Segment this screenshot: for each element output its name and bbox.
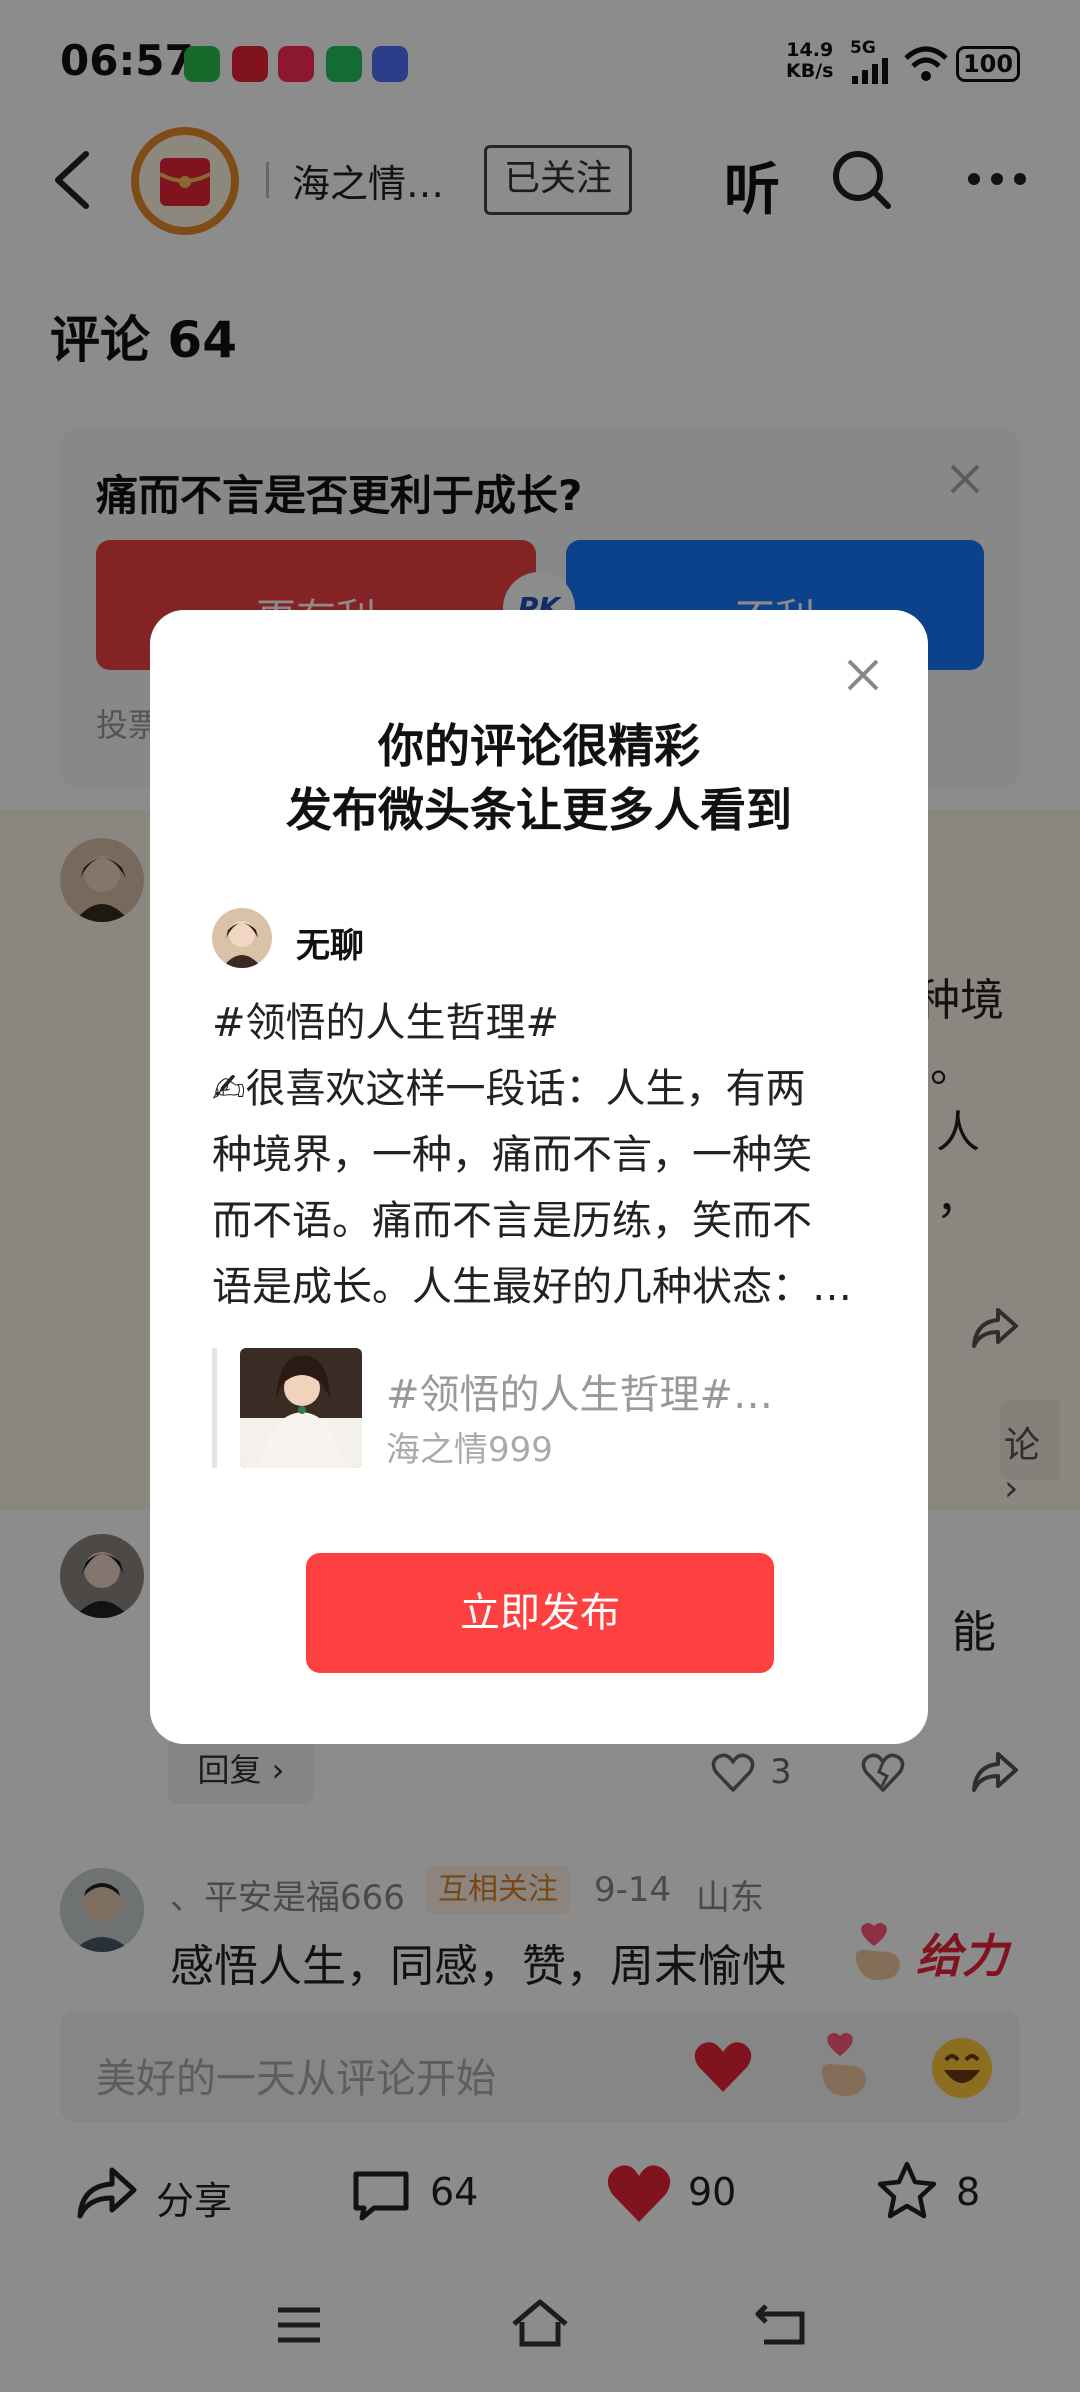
modal-title: 你的评论很精彩: [378, 719, 700, 773]
post-line: 而不语。痛而不言是历练，笑而不: [212, 1198, 812, 1244]
close-icon[interactable]: [846, 658, 880, 692]
quoted-article-thumbnail: [240, 1348, 362, 1468]
post-line: 语是成长。人生最好的几种状态：…: [212, 1264, 852, 1310]
quoted-article-author: 海之情999: [386, 1430, 553, 1470]
quote-divider: [212, 1348, 217, 1468]
post-username: 无聊: [296, 926, 364, 966]
post-content: #领悟的人生哲理# ✍很喜欢这样一段话：人生，有两 种境界，一种，痛而不言，一种…: [212, 990, 882, 1320]
post-line: ✍很喜欢这样一段话：人生，有两: [212, 1066, 806, 1112]
quoted-article-title: #领悟的人生哲理#…: [386, 1372, 774, 1418]
post-line: #领悟的人生哲理#: [212, 1000, 560, 1046]
modal-subtitle: 发布微头条让更多人看到: [286, 783, 792, 837]
publish-now-button[interactable]: 立即发布: [306, 1553, 774, 1673]
avatar: [212, 908, 272, 968]
post-line: 种境界，一种，痛而不言，一种笑: [212, 1132, 812, 1178]
